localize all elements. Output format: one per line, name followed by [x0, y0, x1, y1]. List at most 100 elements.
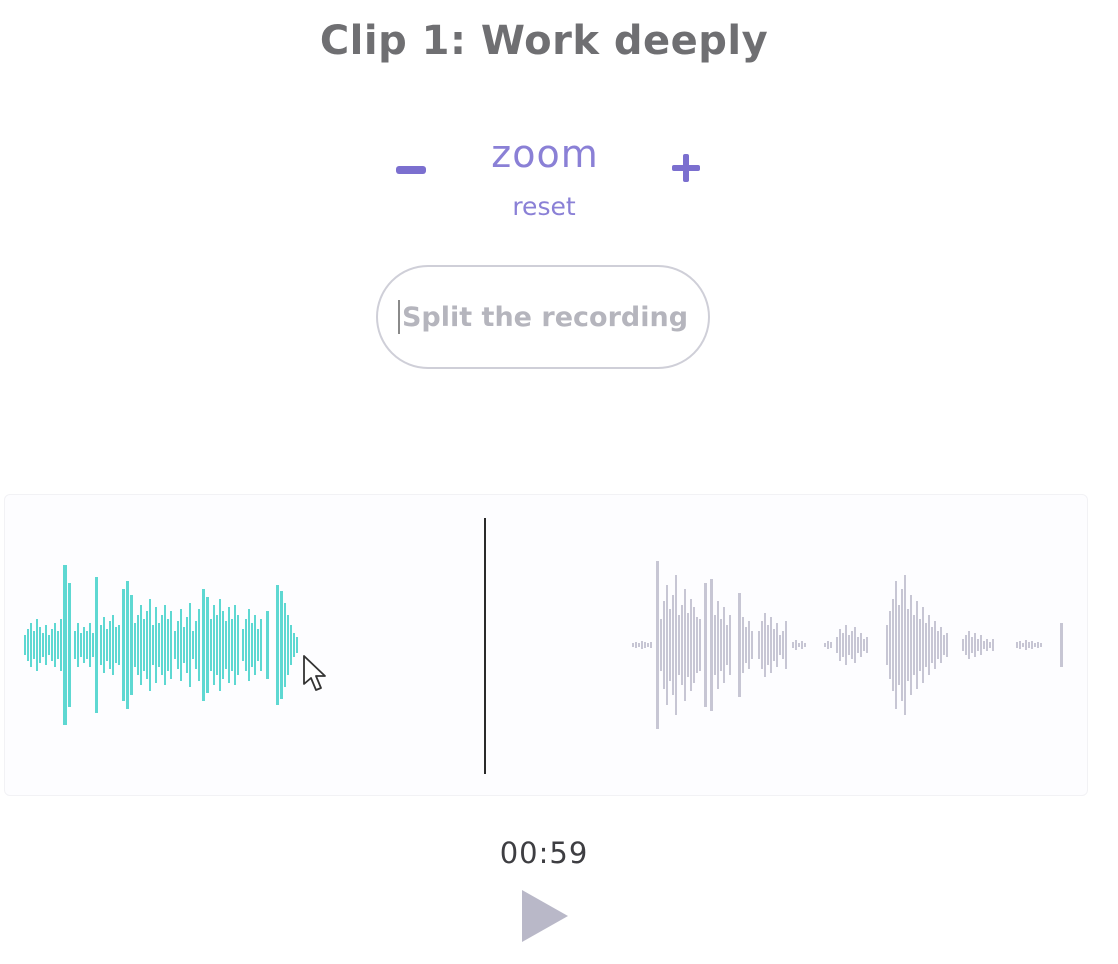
waveform-bar [745, 627, 747, 663]
waveform-bar [284, 603, 286, 687]
waveform-bar [898, 605, 900, 685]
waveform-bar [901, 589, 903, 701]
waveform-bar [830, 642, 832, 648]
waveform-bar [210, 619, 212, 671]
waveform-bar [77, 623, 79, 667]
waveform-bar [699, 619, 701, 671]
waveform-bar [146, 611, 148, 679]
waveform-bar [860, 633, 862, 657]
waveform-bar [669, 609, 671, 681]
waveform-bar [690, 599, 692, 691]
waveform-bar [910, 595, 912, 695]
waveform-bar [937, 631, 939, 659]
waveform-bar [726, 625, 728, 665]
waveform-bar [1019, 641, 1021, 649]
waveform-bar [92, 633, 94, 657]
waveform-bar [158, 623, 160, 667]
waveform[interactable] [0, 0, 1118, 964]
waveform-bar [177, 621, 179, 669]
waveform-bar [644, 642, 646, 648]
waveform-bar [115, 627, 117, 663]
waveform-bar [30, 623, 32, 667]
waveform-bar [24, 635, 26, 655]
waveform-bar [965, 635, 967, 655]
waveform-bar [761, 621, 763, 669]
waveform-bar [723, 607, 725, 683]
waveform-bar [1037, 642, 1039, 648]
waveform-bar [892, 599, 894, 691]
waveform-bar [216, 615, 218, 675]
waveform-bar [86, 631, 88, 659]
waveform-bar [126, 581, 129, 709]
waveform-bar [152, 625, 154, 665]
waveform-bar [666, 585, 668, 705]
waveform-bar [704, 583, 707, 707]
waveform-bar [785, 621, 787, 669]
waveform-bar [140, 605, 142, 685]
waveform-bar [854, 627, 856, 663]
waveform-bar [795, 640, 797, 650]
waveform-bar [89, 623, 91, 667]
waveform-bar [943, 635, 945, 655]
waveform-unplayed-segment [632, 561, 1063, 729]
waveform-bar [103, 617, 105, 673]
waveform-bar [257, 629, 259, 661]
waveform-bar [290, 625, 292, 665]
waveform-bar [857, 637, 859, 653]
waveform-bar [851, 631, 853, 659]
waveform-bar [798, 643, 800, 647]
waveform-bar [827, 641, 829, 649]
waveform-bar [635, 642, 637, 648]
waveform-bar [1022, 643, 1024, 647]
waveform-bar [913, 615, 915, 675]
waveform-bar [143, 619, 145, 671]
waveform-bar [219, 599, 221, 691]
waveform-bar [57, 631, 59, 659]
waveform-bar [118, 625, 120, 665]
waveform-bar [1016, 642, 1018, 648]
waveform-bar [663, 601, 665, 689]
waveform-bar [650, 642, 652, 648]
waveform-bar [767, 625, 769, 665]
waveform-bar [866, 637, 868, 653]
waveform-bar [801, 641, 803, 649]
waveform-bar [764, 613, 766, 677]
waveform-bar [63, 565, 67, 725]
waveform-bar [149, 599, 151, 691]
waveform-bar [770, 617, 772, 673]
waveform-bar [245, 619, 247, 671]
waveform-bar [42, 633, 44, 657]
waveform-bar [1028, 642, 1030, 648]
waveform-bar [134, 623, 136, 667]
waveform-bar [276, 585, 279, 705]
waveform-bar [237, 615, 239, 675]
waveform-bar [710, 579, 713, 711]
play-icon[interactable] [520, 888, 570, 944]
waveform-bar [647, 643, 649, 647]
waveform-bar [660, 619, 662, 671]
waveform-bar [971, 637, 973, 653]
waveform-bar [977, 639, 979, 651]
waveform-bar [112, 615, 114, 675]
waveform-bar [266, 611, 269, 679]
waveform-bar [693, 607, 695, 683]
waveform-bar [33, 631, 35, 659]
waveform-bar [80, 633, 82, 657]
waveform-bar [248, 609, 250, 681]
waveform-bar [130, 595, 133, 695]
waveform-bar [839, 629, 841, 661]
waveform-bar [186, 617, 188, 673]
waveform-bar [904, 575, 906, 715]
waveform-bar [748, 621, 750, 669]
waveform-bar [36, 619, 38, 671]
waveform-bar [198, 609, 200, 681]
waveform-bar [1025, 640, 1027, 650]
waveform-bar [779, 635, 781, 655]
waveform-bar [720, 619, 722, 671]
waveform-bar [824, 643, 826, 647]
waveform-bar [242, 629, 244, 661]
waveform-bar [907, 609, 909, 681]
waveform-bar [137, 615, 139, 675]
waveform-bar [228, 607, 230, 683]
waveform-bar [962, 639, 964, 651]
